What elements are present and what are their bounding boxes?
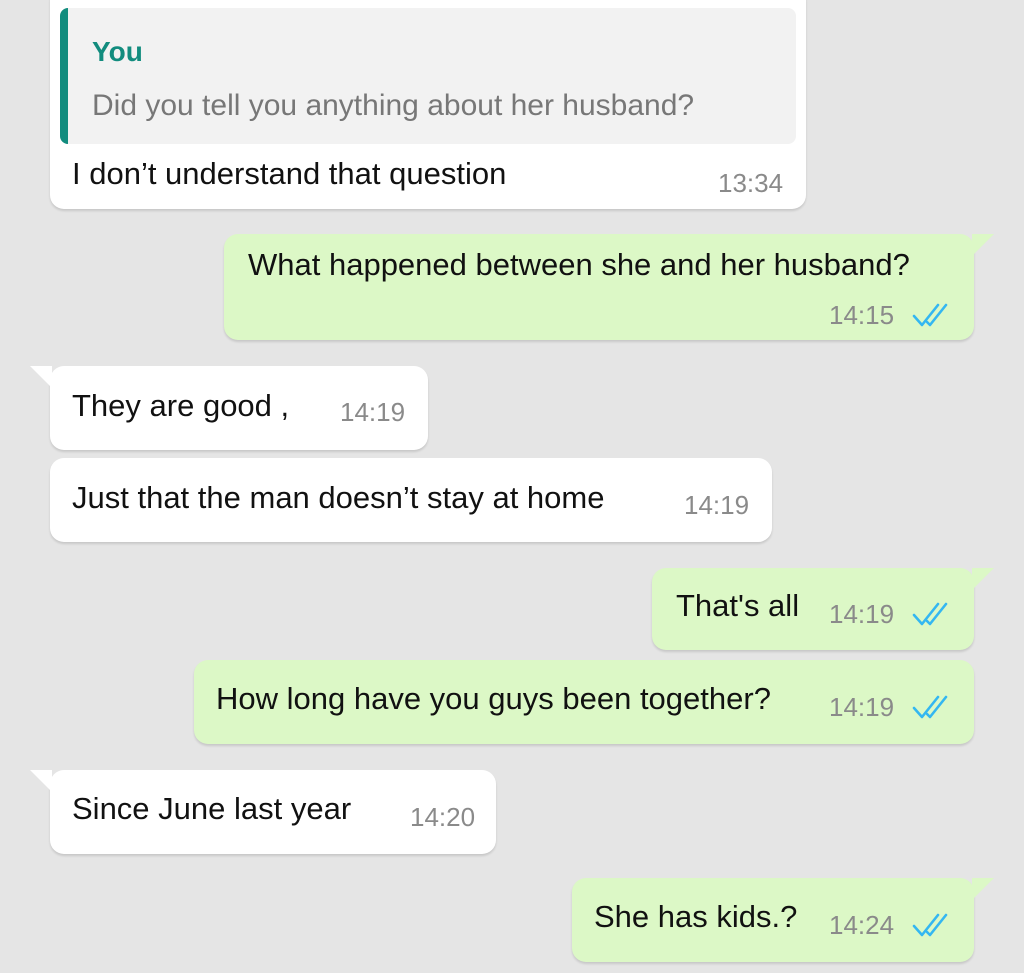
message-text: I don’t understand that question <box>72 156 507 191</box>
message-text: She has kids.? <box>594 899 798 934</box>
incoming-message-bubble[interactable]: Since June last year 14:20 <box>30 770 496 854</box>
outgoing-message-bubble[interactable]: How long have you guys been together? 14… <box>194 660 974 744</box>
quote-author: You <box>92 36 143 67</box>
message-timestamp: 14:20 <box>410 802 476 832</box>
message-timestamp: 13:34 <box>718 168 784 198</box>
message-text: They are good , <box>72 388 290 423</box>
message-timestamp: 14:19 <box>829 692 895 722</box>
double-check-read-icon <box>912 602 948 626</box>
message-text: Since June last year <box>72 791 352 826</box>
incoming-message-bubble[interactable]: You Did you tell you anything about her … <box>50 0 806 209</box>
incoming-message-bubble[interactable]: They are good , 14:19 <box>30 366 428 450</box>
outgoing-message-bubble[interactable]: She has kids.? 14:24 <box>572 878 994 962</box>
message-timestamp: 14:19 <box>829 599 895 629</box>
message-timestamp: 14:24 <box>829 910 895 940</box>
double-check-read-icon <box>912 695 948 719</box>
quote-accent-bar <box>60 8 68 144</box>
outgoing-message-bubble[interactable]: What happened between she and her husban… <box>224 234 994 340</box>
message-timestamp: 14:19 <box>684 490 750 520</box>
message-text: What happened between she and her husban… <box>248 247 910 282</box>
double-check-read-icon <box>912 303 948 327</box>
double-check-read-icon <box>912 913 948 937</box>
message-text: Just that the man doesn’t stay at home <box>72 480 605 515</box>
incoming-message-bubble[interactable]: Just that the man doesn’t stay at home 1… <box>50 458 772 542</box>
message-timestamp: 14:19 <box>340 397 406 427</box>
message-timestamp: 14:15 <box>829 300 895 330</box>
quoted-message[interactable]: You Did you tell you anything about her … <box>60 8 796 144</box>
message-text: How long have you guys been together? <box>216 681 771 716</box>
quote-text: Did you tell you anything about her husb… <box>92 89 695 122</box>
outgoing-message-bubble[interactable]: That's all 14:19 <box>652 568 994 650</box>
message-text: That's all <box>676 588 800 623</box>
